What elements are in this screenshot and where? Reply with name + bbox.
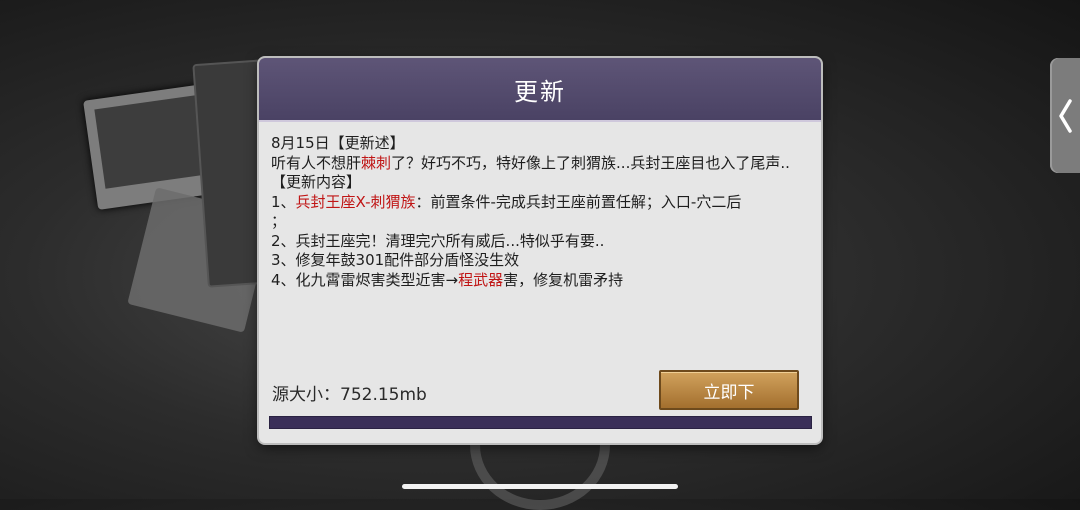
- update-item-1: 1、兵封王座X-刺猬族：前置条件-完成兵封王座前置任解；入口-穴二后: [271, 193, 809, 213]
- update-item-3: 3、修复年鼓301配件部分盾怪没生效: [271, 251, 520, 269]
- item4-highlight: 程武器: [458, 270, 504, 289]
- item4-rest: 害，修复机雷矛持: [503, 270, 624, 289]
- update-item-2: 2、兵封王座完！清理完穴所有威后...特似乎有要..: [271, 231, 605, 250]
- intro-text: 听有人不想肝棘刺了？好巧不巧，特好像上了刺猬族...兵封王座目也入了尾声..: [271, 154, 809, 174]
- home-indicator[interactable]: [402, 484, 678, 489]
- side-collapse-tab[interactable]: [1050, 58, 1080, 173]
- download-size-label: 源大小：752.15mb: [272, 385, 427, 405]
- item1-prefix: 1、: [271, 192, 296, 211]
- intro-part1: 听有人不想肝: [271, 153, 362, 172]
- dialog-title: 更新: [514, 77, 566, 106]
- date-header: 8月15日【更新述】: [271, 134, 405, 152]
- intro-highlight: 棘刺: [361, 153, 392, 172]
- item1-semicolon: ；: [271, 212, 287, 230]
- update-item-4: 4、化九霄雷烬害类型近害→程武器害，修复机雷矛持: [271, 271, 809, 291]
- dialog-header: 更新: [259, 58, 821, 122]
- chevron-left-icon: [1059, 98, 1072, 133]
- item1-rest: ：前置条件-完成兵封王座前置任解；入口-穴二后: [415, 192, 742, 211]
- intro-part2: 了？好巧不巧，特好像上了刺猬族...兵封王座目也入了尾声..: [391, 153, 790, 172]
- item4-prefix: 4、化九霄雷烬害类型近害→: [271, 270, 459, 289]
- item1-highlight: 兵封王座X-刺猬族: [295, 192, 416, 211]
- section-header: 【更新内容】: [271, 173, 362, 191]
- update-dialog: 更新 8月15日【更新述】 听有人不想肝棘刺了？好巧不巧，特好像上了刺猬族...…: [259, 58, 821, 443]
- update-notes: 8月15日【更新述】 听有人不想肝棘刺了？好巧不巧，特好像上了刺猬族...兵封王…: [271, 134, 809, 290]
- download-progress-bar: [269, 416, 812, 429]
- download-now-button[interactable]: 立即下: [659, 370, 799, 410]
